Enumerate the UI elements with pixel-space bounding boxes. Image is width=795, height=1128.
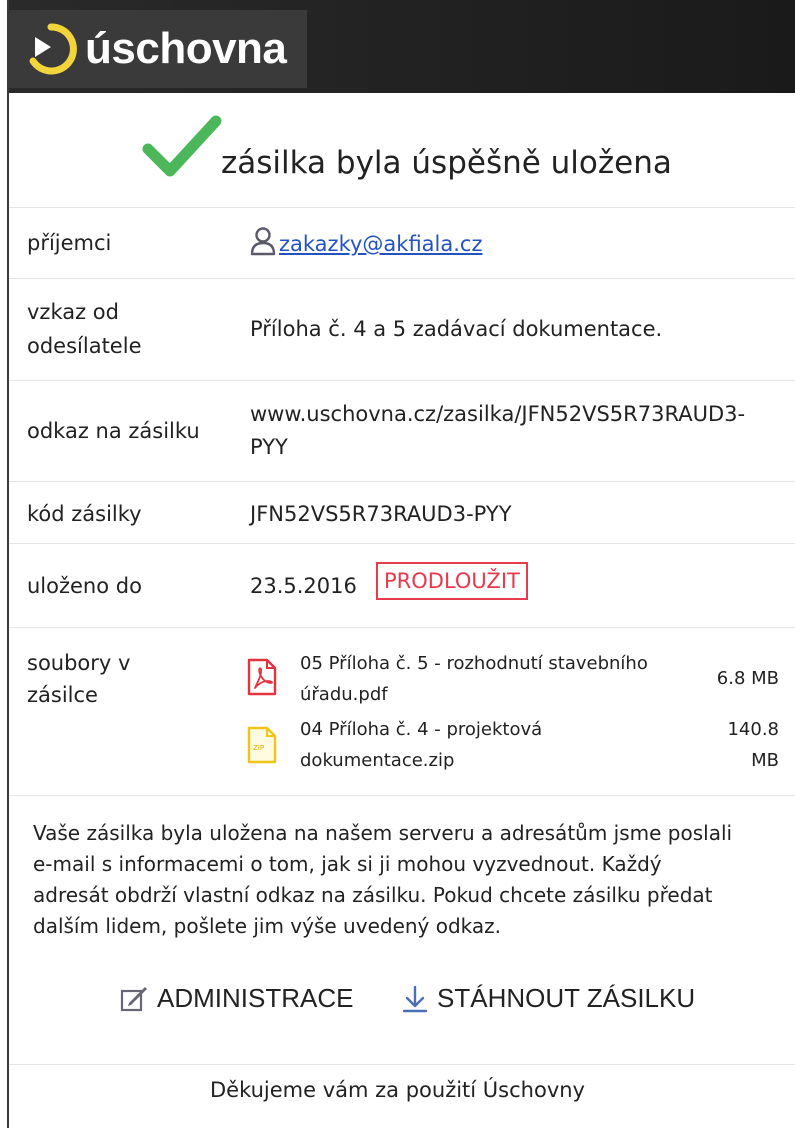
message-label-line1: vzkaz od — [27, 300, 119, 324]
file-name-line2[interactable]: úřadu.pdf — [300, 680, 700, 710]
header: úschovna — [9, 0, 795, 93]
recipients-label: příjemci — [27, 231, 112, 255]
code-label: kód zásilky — [27, 502, 142, 526]
message-value: Příloha č. 4 a 5 zadávací dokumentace. — [250, 317, 663, 341]
link-label: odkaz na zásilku — [27, 419, 200, 443]
files-label-line1: soubory v — [27, 651, 131, 675]
file-size: 6.8 MB — [716, 668, 779, 689]
svg-text:ZIP: ZIP — [253, 744, 264, 752]
file-name-line1[interactable]: 05 Příloha č. 5 - rozhodnutí stavebního — [300, 649, 700, 679]
message-row: vzkaz od odesílatele Příloha č. 4 a 5 za… — [9, 279, 795, 381]
administration-button[interactable]: ADMINISTRACE — [119, 983, 353, 1014]
recipients-value: zakazky@akfiala.cz — [249, 226, 483, 261]
success-title: zásilka byla úspěšně uložena — [221, 145, 672, 181]
check-icon — [142, 115, 222, 177]
file-name-line2[interactable]: dokumentace.zip — [300, 746, 700, 776]
info-line: dalším lidem, pošlete jim výše uvedený o… — [33, 914, 502, 938]
link-row: odkaz na zásilku www.uschovna.cz/zasilka… — [9, 381, 795, 482]
edit-icon — [120, 986, 147, 1011]
info-paragraph: Vaše zásilka byla uložena na našem serve… — [33, 818, 793, 942]
logo-text: úschovna — [85, 24, 287, 73]
file-name-line1[interactable]: 04 Příloha č. 4 - projektová — [300, 715, 700, 745]
shipment-link-line1[interactable]: www.uschovna.cz/zasilka/JFN52VS5R73RAUD3… — [250, 397, 745, 431]
code-value: JFN52VS5R73RAUD3-PYY — [250, 502, 512, 526]
info-line: e-mail s informacemi o tom, jak si ji mo… — [33, 852, 662, 876]
pdf-file-icon — [247, 658, 277, 696]
file-size-line1: 140.8 — [727, 719, 779, 740]
recipients-row: příjemci zakazky@akfiala.cz — [9, 208, 795, 279]
files-label-line2: zásilce — [27, 683, 98, 707]
info-line: adresát obdrží vlastní odkaz na zásilku.… — [33, 883, 713, 907]
file-size-line2: MB — [751, 750, 779, 771]
success-banner: zásilka byla úspěšně uložena — [9, 93, 795, 208]
page: úschovna zásilka byla úspěšně uložena př… — [0, 0, 795, 1128]
shipment-link-line2[interactable]: PYY — [250, 430, 288, 464]
extend-button[interactable]: PRODLOUŽIT — [376, 562, 528, 600]
zip-file-icon: ZIP — [247, 726, 277, 764]
play-circle-icon — [29, 23, 77, 75]
thanks-text: Děkujeme vám za použití Úschovny — [210, 1078, 585, 1102]
user-icon — [250, 227, 276, 256]
recipient-email-link[interactable]: zakazky@akfiala.cz — [279, 232, 483, 256]
actions-bar: ADMINISTRACE STÁHNOUT ZÁSILKU — [9, 975, 795, 1065]
stored-value: 23.5.2016 — [250, 574, 357, 598]
download-label: STÁHNOUT ZÁSILKU — [437, 983, 696, 1013]
stored-label: uloženo do — [27, 574, 142, 598]
message-label-line2: odesílatele — [27, 334, 142, 358]
administration-label: ADMINISTRACE — [157, 983, 354, 1013]
code-row: kód zásilky JFN52VS5R73RAUD3-PYY — [9, 482, 795, 544]
logo[interactable]: úschovna — [9, 10, 307, 88]
download-icon — [402, 985, 428, 1012]
download-button[interactable]: STÁHNOUT ZÁSILKU — [401, 983, 695, 1014]
info-line: Vaše zásilka byla uložena na našem serve… — [33, 821, 733, 845]
